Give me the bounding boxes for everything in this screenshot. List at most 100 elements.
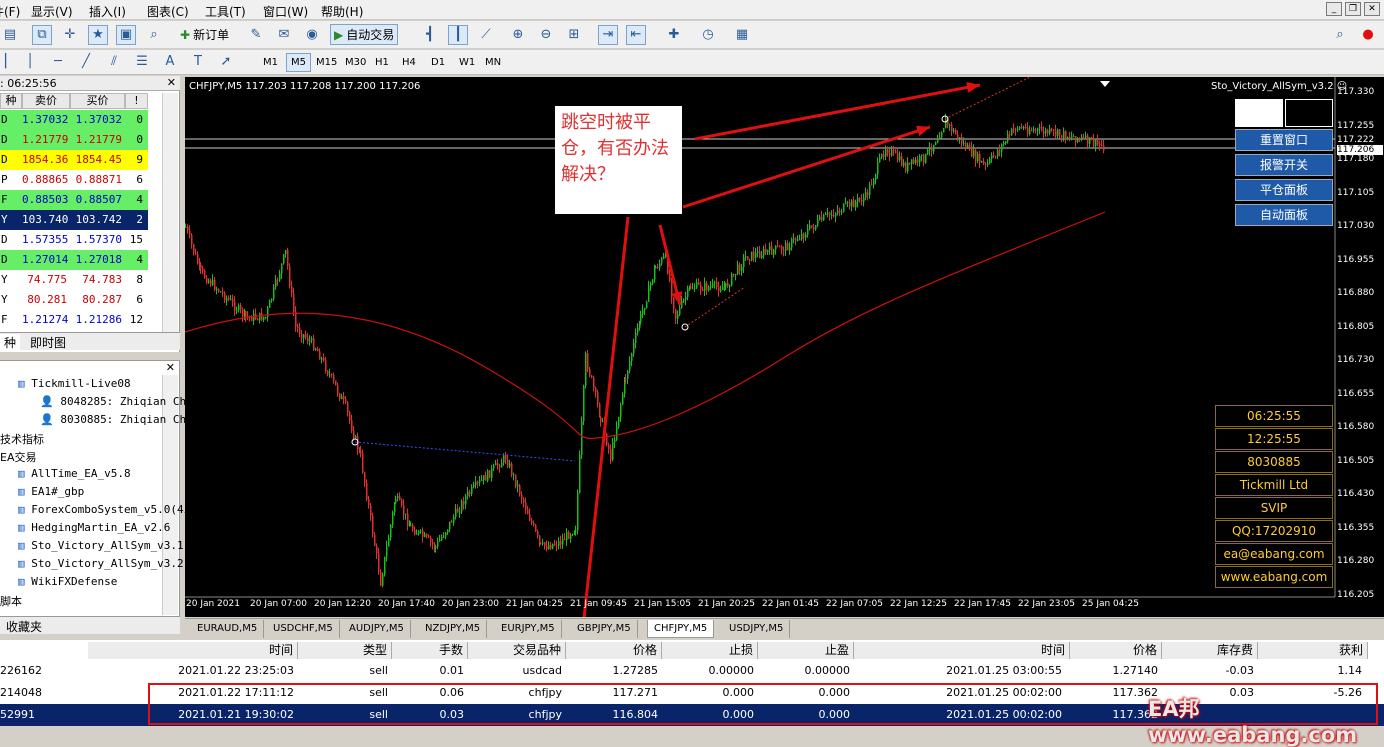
navigator-item[interactable]: ▥ Sto_Victory_AllSym_v3.1 (18, 539, 184, 552)
menu-item[interactable]: 窗口(W) (263, 3, 308, 20)
close-button[interactable]: ✕ (1364, 2, 1380, 16)
tile-windows-icon[interactable]: ⊞ (564, 25, 584, 45)
col-ask[interactable]: 买价 (70, 93, 125, 109)
market-row[interactable]: F 1.21274 1.21286 12 (0, 310, 162, 330)
favorites-icon[interactable]: ★ (88, 25, 108, 45)
zoom-out-icon[interactable]: ⊖ (536, 25, 556, 45)
templates-icon[interactable]: ▦ (732, 25, 752, 45)
terminal-header[interactable]: 价格 (1070, 642, 1162, 659)
close-panel-icon[interactable]: ✕ (166, 361, 175, 374)
mailbox-icon[interactable]: ✉ (274, 25, 294, 45)
metaeditor-icon[interactable]: ✎ (246, 25, 266, 45)
trendline-icon[interactable]: ╱ (76, 52, 96, 72)
market-row[interactable]: Y 74.775 74.783 8 (0, 270, 162, 290)
scrollbar[interactable] (162, 375, 178, 615)
market-row[interactable]: P 0.88865 0.88871 6 (0, 170, 162, 190)
market-row[interactable]: F 0.88503 0.88507 4 (0, 190, 162, 210)
col-bid[interactable]: 卖价 (22, 93, 70, 109)
terminal-header[interactable]: 库存费 (1162, 642, 1258, 659)
auto-trading-button[interactable]: ▶ 自动交易 (330, 24, 399, 45)
timeframe-mn[interactable]: MN (480, 53, 506, 72)
line-chart-icon[interactable]: ⟋ (476, 25, 496, 45)
menu-item[interactable]: 插入(I) (89, 3, 126, 20)
col-symbol[interactable]: 种 (0, 93, 22, 109)
crosshair-icon[interactable]: ✛ (60, 25, 80, 45)
navigator-item[interactable]: EA交易 (0, 449, 36, 465)
search-icon[interactable]: ⌕ (1330, 25, 1350, 45)
terminal-header[interactable]: 止损 (662, 642, 758, 659)
navigator-item[interactable]: 👤 8048285: Zhiqian Che (40, 395, 193, 408)
navigator-item[interactable]: ▥ ForexComboSystem_v5.0(4i (18, 503, 190, 516)
signals-icon[interactable]: ◉ (302, 25, 322, 45)
navigator-item[interactable]: 👤 8030885: Zhiqian Che (40, 413, 193, 426)
navigator-item[interactable]: ▥ EA1#_gbp (18, 485, 84, 498)
col-spread[interactable]: ! (125, 93, 148, 109)
history-row[interactable]: 226162 2021.01.22 23:25:03 sell 0.01 usdcad 1… (0, 660, 1384, 682)
vertical-line-icon[interactable]: │ (20, 52, 40, 72)
timeframe-h4[interactable]: H4 (397, 53, 421, 72)
terminal-header[interactable]: 价格 (566, 642, 662, 659)
timeframe-m1[interactable]: M1 (258, 53, 283, 72)
candlestick-icon[interactable]: ┃ (448, 25, 468, 45)
timeframe-d1[interactable]: D1 (426, 53, 450, 72)
chart-tab[interactable]: NZDJPY,M5 (419, 620, 488, 638)
new-chart-icon[interactable]: ▤ (0, 25, 20, 45)
chart-shift-icon[interactable]: ⇤ (626, 25, 646, 45)
ea-panel-button[interactable]: 报警开关 (1235, 154, 1333, 176)
terminal-header[interactable]: 时间 (88, 642, 298, 659)
channel-icon[interactable]: ⫽ (104, 52, 124, 72)
market-tab[interactable]: 种 (0, 334, 21, 351)
navigator-item[interactable]: ▥ AllTime_EA_v5.8 (18, 467, 131, 480)
menu-item[interactable]: 文件(F) (0, 3, 20, 20)
minimize-button[interactable]: _ (1326, 2, 1342, 16)
market-row[interactable]: D 1.27014 1.27018 4 (0, 250, 162, 270)
terminal-header[interactable]: 类型 (298, 642, 392, 659)
market-tab[interactable]: 即时图 (30, 334, 66, 351)
terminal-header[interactable]: 时间 (854, 642, 1070, 659)
chart-tab[interactable]: USDCHF,M5 (267, 620, 340, 638)
timeframe-h1[interactable]: H1 (370, 53, 394, 72)
navigator-item[interactable]: ▥ HedgingMartin_EA_v2.6 (18, 521, 170, 534)
menu-item[interactable]: 显示(V) (31, 3, 73, 20)
profiles-icon[interactable]: ⧉ (32, 25, 52, 45)
chart-tab[interactable]: CHFJPY,M5 (647, 620, 715, 638)
favorites-tab[interactable]: 收藏夹 (6, 618, 42, 635)
indicators-icon[interactable]: ✚ (664, 25, 684, 45)
ea-panel-button[interactable]: 平仓面板 (1235, 179, 1333, 201)
ea-panel-button[interactable]: 重置窗口 (1235, 129, 1333, 151)
ea-panel-button[interactable]: 自动面板 (1235, 204, 1333, 226)
arrows-icon[interactable]: ➚ (216, 52, 236, 72)
tester-icon[interactable]: ⌕ (144, 25, 164, 45)
terminal-header[interactable]: 手数 (392, 642, 468, 659)
navigator-item[interactable]: ▥ Sto_Victory_AllSym_v3.2 (18, 557, 184, 570)
restore-button[interactable]: ❐ (1345, 2, 1361, 16)
chart-tab[interactable]: EURJPY,M5 (495, 620, 562, 638)
autoscroll-icon[interactable]: ⇥ (598, 25, 618, 45)
chart-window[interactable]: CHFJPY,M5 117.203 117.208 117.200 117.20… (185, 77, 1384, 617)
bar-chart-icon[interactable]: ┫ (420, 25, 440, 45)
navigator-item[interactable]: 脚本 (0, 593, 22, 609)
horizontal-line-icon[interactable]: ─ (48, 52, 68, 72)
terminal-header[interactable]: 获利 (1258, 642, 1368, 659)
navigator-icon[interactable]: ▣ (116, 25, 136, 45)
terminal-header[interactable]: 止盈 (758, 642, 854, 659)
text-icon[interactable]: A (160, 52, 180, 72)
market-row[interactable]: Y 80.281 80.287 6 (0, 290, 162, 310)
new-order-button[interactable]: ✚ 新订单 (180, 26, 229, 43)
menu-item[interactable]: 图表(C) (147, 3, 189, 20)
chart-tab[interactable]: USDJPY,M5 (723, 620, 791, 638)
notifications-icon[interactable]: ● (1358, 25, 1378, 45)
timeframe-m30[interactable]: M30 (340, 53, 371, 72)
timeframe-w1[interactable]: W1 (454, 53, 480, 72)
text-label-icon[interactable]: T (188, 52, 208, 72)
market-row[interactable]: Y 103.740 103.742 2 (0, 210, 162, 230)
market-row[interactable]: D 1.37032 1.37032 0 (0, 110, 162, 130)
timeframe-m5[interactable]: M5 (286, 53, 311, 72)
market-row[interactable]: D 1.57355 1.57370 15 (0, 230, 162, 250)
fibonacci-icon[interactable]: ☰ (132, 52, 152, 72)
zoom-in-icon[interactable]: ⊕ (508, 25, 528, 45)
market-row[interactable]: D 1854.36 1854.45 9 (0, 150, 162, 170)
navigator-item[interactable]: ▥ Tickmill-Live08 (18, 377, 131, 390)
menu-item[interactable]: 工具(T) (205, 3, 246, 20)
chart-tab[interactable]: GBPJPY,M5 (571, 620, 638, 638)
